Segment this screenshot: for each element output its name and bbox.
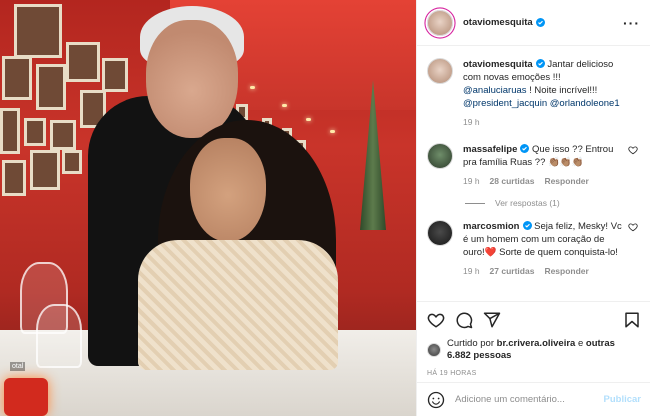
caption-body: ! Noite incrível!!!: [526, 85, 598, 96]
view-replies-label: Ver respostas (1): [495, 198, 560, 208]
comment-text: marcosmion Seja feliz, Mesky! Vc é um ho…: [463, 220, 625, 278]
comment-heart-icon[interactable]: [628, 222, 638, 232]
commenter-avatar[interactable]: [427, 143, 453, 169]
reply-button[interactable]: Responder: [544, 175, 588, 188]
woman-blouse: [138, 240, 338, 370]
ceiling-lamp: [306, 118, 311, 121]
share-icon[interactable]: [483, 311, 501, 329]
emoji-icon[interactable]: [427, 391, 445, 409]
caption-time[interactable]: 19 h: [463, 116, 480, 129]
caption: otaviomesquita Jantar delicioso com nova…: [427, 58, 640, 129]
man-face: [146, 20, 238, 138]
add-comment-bar: Publicar: [417, 382, 650, 416]
comment-meta: 19 h 28 curtidas Responder: [463, 175, 625, 188]
caption-avatar[interactable]: [427, 58, 453, 84]
comment-meta: 19 h 27 curtidas Responder: [463, 265, 625, 278]
mention-link[interactable]: @analuciaruas: [463, 85, 527, 96]
comment-heart-icon[interactable]: [628, 145, 638, 155]
likes-middle: e: [575, 338, 586, 349]
wall-frame: [102, 58, 128, 92]
verified-badge-icon: [535, 18, 545, 27]
post-side-panel: otaviomesquita ··· otaviomesquita Jantar…: [416, 0, 650, 416]
comment-icon[interactable]: [455, 311, 473, 329]
comment-username[interactable]: massafelipe: [463, 144, 517, 155]
verified-badge-icon: [522, 221, 532, 230]
replies-line: [465, 202, 485, 204]
more-horizontal-icon[interactable]: ···: [623, 15, 640, 31]
ceiling-lamp: [282, 104, 287, 107]
likes-text: Curtido por br.crivera.oliveira e outras…: [447, 338, 641, 362]
ceiling-lamp: [330, 130, 335, 133]
caption-text: otaviomesquita Jantar delicioso com nova…: [463, 58, 625, 129]
liker-avatar[interactable]: [427, 343, 441, 357]
wine-glass: [36, 304, 82, 368]
heart-icon[interactable]: [427, 311, 445, 329]
candle: [4, 378, 48, 416]
caption-meta: 19 h: [463, 116, 625, 129]
action-icons: [427, 308, 641, 332]
post-header: otaviomesquita ···: [417, 0, 650, 46]
wall-frame: [62, 150, 82, 174]
wall-frame: [14, 4, 62, 58]
ceiling-lamp: [250, 86, 255, 89]
wall-frame: [2, 160, 26, 196]
wall-frame: [50, 120, 76, 150]
likes-summary: Curtido por br.crivera.oliveira e outras…: [427, 338, 641, 362]
woman-face: [190, 138, 266, 242]
comment-item: marcosmion Seja feliz, Mesky! Vc é um ho…: [427, 220, 640, 278]
instagram-post: otal otaviomesquita ··· otaviomesquita J…: [0, 0, 650, 416]
post-actions: Curtido por br.crivera.oliveira e outras…: [417, 301, 650, 377]
wall-frame: [24, 118, 46, 146]
comments-list: otaviomesquita Jantar delicioso com nova…: [417, 46, 650, 301]
comment-input[interactable]: [455, 394, 604, 405]
post-photo[interactable]: otal: [0, 0, 416, 416]
wall-frame: [30, 150, 60, 190]
caption-username[interactable]: otaviomesquita: [463, 59, 533, 70]
mention-link[interactable]: @orlandoleone1: [550, 98, 620, 109]
verified-badge-icon: [535, 59, 545, 68]
comment-time[interactable]: 19 h: [463, 175, 480, 188]
wall-frame: [66, 42, 100, 82]
likes-prefix: Curtido por: [447, 338, 497, 349]
comment-likes[interactable]: 27 curtidas: [490, 265, 535, 278]
reply-button[interactable]: Responder: [544, 265, 588, 278]
view-replies-button[interactable]: Ver respostas (1): [465, 198, 640, 208]
comment-username[interactable]: marcosmion: [463, 221, 520, 232]
author-username[interactable]: otaviomesquita: [463, 17, 533, 28]
comment-likes[interactable]: 28 curtidas: [490, 175, 535, 188]
post-timestamp[interactable]: HÁ 19 HORAS: [427, 370, 641, 377]
comment-text: massafelipe Que isso ?? Entrou pra famíl…: [463, 143, 625, 188]
wall-frame: [36, 64, 66, 110]
comment-item: massafelipe Que isso ?? Entrou pra famíl…: [427, 143, 640, 188]
wall-frame: [2, 56, 32, 100]
publish-button[interactable]: Publicar: [604, 394, 642, 405]
water-bottle-label: otal: [10, 362, 26, 371]
bookmark-icon[interactable]: [623, 311, 641, 329]
wall-frame: [0, 108, 20, 154]
author-avatar[interactable]: [427, 9, 453, 36]
commenter-avatar[interactable]: [427, 220, 453, 246]
comment-time[interactable]: 19 h: [463, 265, 480, 278]
mention-link[interactable]: @president_jacquin: [463, 98, 547, 109]
liker-username[interactable]: br.crivera.oliveira: [497, 338, 576, 349]
